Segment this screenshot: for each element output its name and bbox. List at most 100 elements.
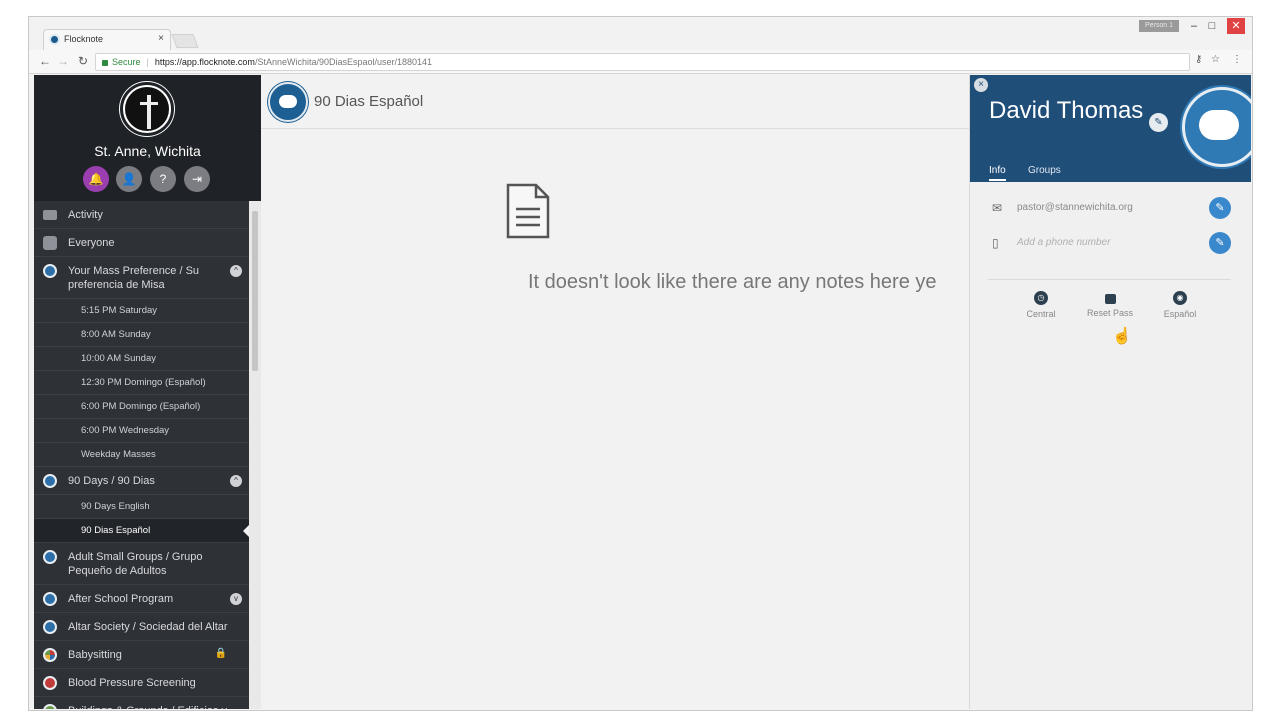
sheep-icon <box>43 592 57 606</box>
sidebar-item-blood-pressure[interactable]: Blood Pressure Screening <box>34 669 249 697</box>
url-input[interactable]: Secure | https://app.flocknote.com/StAnneW… <box>95 53 1190 71</box>
help-icon[interactable]: ? <box>150 166 176 192</box>
sidebar-item-babysitting[interactable]: Babysitting 🔒 <box>34 641 249 669</box>
url-host: https://app.flocknote.com <box>154 57 255 67</box>
close-window-button[interactable]: ✕ <box>1227 18 1245 34</box>
chevron-up-icon[interactable]: ^ <box>230 475 242 487</box>
maximize-button[interactable]: □ <box>1203 18 1221 34</box>
church-name[interactable]: St. Anne, Wichita <box>34 143 261 159</box>
tab-info[interactable]: Info <box>989 165 1006 181</box>
edit-phone-icon[interactable]: ✎ <box>1209 232 1231 254</box>
sidebar-item-everyone[interactable]: Everyone <box>34 229 249 257</box>
sidebar-item-altar-society[interactable]: Altar Society / Sociedad del Altar <box>34 613 249 641</box>
activity-icon <box>43 210 57 220</box>
sidebar-subitem-mass[interactable]: 5:15 PM Saturday <box>34 299 249 323</box>
sidebar-item-label: Your Mass Preference / Su preferencia de… <box>68 265 200 291</box>
reset-pass-button[interactable]: Reset Pass <box>1080 291 1140 318</box>
sidebar-item-adult-small-groups[interactable]: Adult Small Groups / Grupo Pequeño de Ad… <box>34 543 249 585</box>
email-row: ✉ pastor@stannewichita.org ✎ <box>970 193 1251 223</box>
sidebar-item-buildings-grounds[interactable]: Buildings & Grounds / Edificios y Jardin… <box>34 697 249 709</box>
sidebar-subitem-mass[interactable]: Weekday Masses <box>34 443 249 467</box>
central-button[interactable]: ◷ Central <box>1011 291 1071 319</box>
sidebar-item-label: Blood Pressure Screening <box>68 677 196 689</box>
app-content: St. Anne, Wichita 🔔 👤 ? ⇥ Activity Every… <box>34 75 1251 709</box>
user-profile-panel: × David Thomas ✎ Info Groups ✉ pastor@st… <box>969 75 1251 709</box>
reload-icon[interactable]: ↻ <box>75 54 91 68</box>
secure-label: Secure <box>112 57 141 67</box>
sidebar-scrollbar-thumb[interactable] <box>252 211 258 371</box>
url-path: /StAnneWichita/90DiasEspaol/user/1880141 <box>254 57 433 67</box>
lock-icon: 🔒 <box>214 648 227 659</box>
globe-icon: ◉ <box>1173 291 1187 305</box>
sidebar-header: St. Anne, Wichita 🔔 👤 ? ⇥ <box>34 75 261 201</box>
sidebar-item-label: Adult Small Groups / Grupo Pequeño de Ad… <box>68 551 203 577</box>
espanol-button[interactable]: ◉ Español <box>1150 291 1210 319</box>
espanol-label: Español <box>1163 309 1197 319</box>
sidebar-item-90-days[interactable]: 90 Days / 90 Dias ^ <box>34 467 249 495</box>
tab-close-icon[interactable]: × <box>158 33 164 44</box>
browser-titlebar: Flocknote × Person 1 – □ ✕ <box>29 17 1252 50</box>
church-logo[interactable] <box>120 82 174 136</box>
sidebar-item-activity[interactable]: Activity <box>34 201 249 229</box>
sidebar-item-after-school[interactable]: After School Program v <box>34 585 249 613</box>
sidebar-subitem-mass[interactable]: 10:00 AM Sunday <box>34 347 249 371</box>
lock-icon <box>1104 294 1116 304</box>
sheep-icon <box>43 264 57 278</box>
profile-header: × David Thomas ✎ Info Groups <box>970 75 1251 182</box>
new-tab-button[interactable] <box>171 34 199 48</box>
sheep-icon <box>43 474 57 488</box>
bookmark-star-icon[interactable]: ☆ <box>1211 54 1220 65</box>
logout-icon[interactable]: ⇥ <box>184 166 210 192</box>
sidebar-item-mass-preference[interactable]: Your Mass Preference / Su preferencia de… <box>34 257 249 299</box>
flocknote-favicon-icon <box>49 34 60 45</box>
blood-pressure-icon <box>43 676 57 690</box>
sidebar: St. Anne, Wichita 🔔 👤 ? ⇥ Activity Every… <box>34 75 261 709</box>
email-icon: ✉ <box>992 201 1003 215</box>
people-icon <box>43 236 57 250</box>
sidebar-subitem-mass[interactable]: 6:00 PM Wednesday <box>34 419 249 443</box>
profile-name: David Thomas <box>989 97 1144 124</box>
browser-window: Flocknote × Person 1 – □ ✕ ← → ↻ Secure |… <box>28 16 1253 711</box>
group-logo[interactable] <box>268 82 308 122</box>
phone-field[interactable]: Add a phone number <box>1017 237 1110 248</box>
group-title: 90 Dias Español <box>314 93 424 110</box>
sheep-icon <box>43 550 57 564</box>
forward-arrow-icon[interactable]: → <box>55 54 71 68</box>
edit-name-icon[interactable]: ✎ <box>1149 113 1168 132</box>
sheep-icon <box>43 620 57 634</box>
profile-person-button[interactable]: Person 1 <box>1139 20 1179 32</box>
browser-menu-icon[interactable]: ⋮ <box>1232 54 1242 65</box>
sidebar-subitem-90-days-english[interactable]: 90 Days English <box>34 495 249 519</box>
back-arrow-icon[interactable]: ← <box>37 54 53 68</box>
chevron-up-icon[interactable]: ^ <box>230 265 242 277</box>
user-icon[interactable]: 👤 <box>116 166 142 192</box>
minimize-button[interactable]: – <box>1185 18 1203 34</box>
phone-row: ▯ Add a phone number ✎ <box>970 228 1251 258</box>
sidebar-item-label: Altar Society / Sociedad del Altar <box>68 621 228 633</box>
notifications-bell-icon[interactable]: 🔔 <box>83 166 109 192</box>
edit-email-icon[interactable]: ✎ <box>1209 197 1231 219</box>
sidebar-item-label: After School Program <box>68 593 174 605</box>
sidebar-subitem-mass[interactable]: 6:00 PM Domingo (Español) <box>34 395 249 419</box>
clock-icon: ◷ <box>1034 291 1048 305</box>
document-icon <box>506 183 550 239</box>
close-panel-icon[interactable]: × <box>974 78 988 92</box>
group-header: 90 Dias Español <box>261 75 969 129</box>
secure-lock-icon <box>102 59 108 66</box>
key-icon[interactable]: ⚷ <box>1195 54 1202 65</box>
chevron-down-icon[interactable]: v <box>230 593 242 605</box>
tab-title: Flocknote <box>64 34 104 44</box>
empty-notes-message: It doesn't look like there are any notes… <box>528 271 937 293</box>
avatar[interactable] <box>1182 87 1251 167</box>
sidebar-item-label: 90 Days / 90 Dias <box>68 475 155 487</box>
sidebar-subitem-mass[interactable]: 12:30 PM Domingo (Español) <box>34 371 249 395</box>
address-bar: ← → ↻ Secure | https://app.flocknote.com/S… <box>29 50 1252 74</box>
browser-tab[interactable]: Flocknote × <box>43 29 171 50</box>
sidebar-subitem-90-dias-espanol[interactable]: 90 Dias Español <box>34 519 250 543</box>
sidebar-subitem-mass[interactable]: 8:00 AM Sunday <box>34 323 249 347</box>
hand-cursor-icon: ☝ <box>1112 328 1132 345</box>
tab-groups[interactable]: Groups <box>1028 165 1061 176</box>
reset-pass-label: Reset Pass <box>1086 308 1134 318</box>
central-label: Central <box>1026 309 1056 319</box>
email-value: pastor@stannewichita.org <box>1017 202 1133 213</box>
